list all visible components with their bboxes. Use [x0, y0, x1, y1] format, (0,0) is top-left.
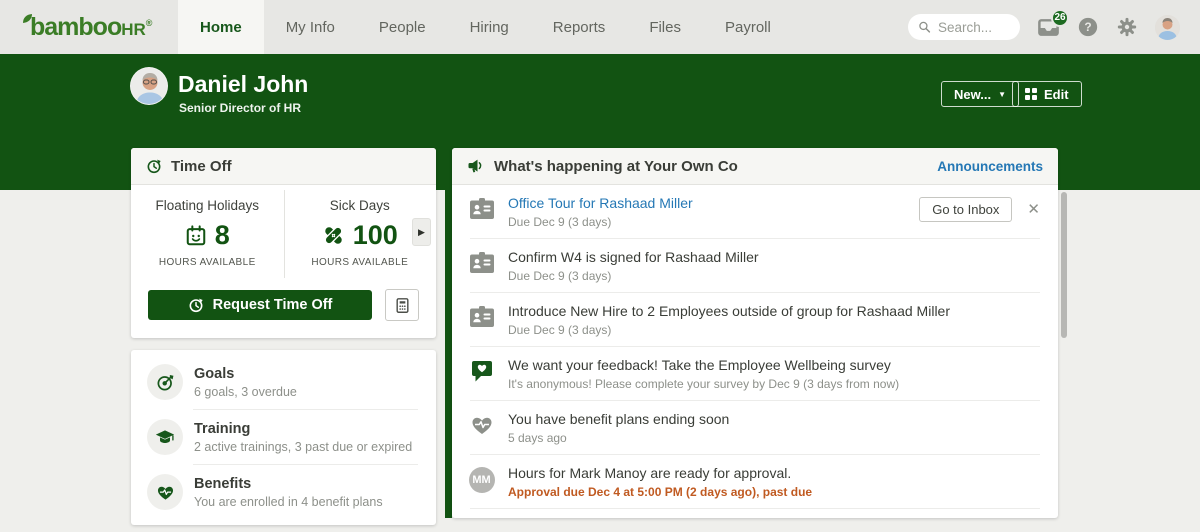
balance-label: Sick Days — [329, 198, 390, 213]
settings-button[interactable] — [1116, 16, 1138, 38]
user-avatar[interactable] — [1155, 14, 1180, 40]
tab-my-info[interactable]: My Info — [264, 0, 357, 54]
balance-floating-holidays[interactable]: Floating Holidays 8 HOURS AVAILABLE — [131, 198, 284, 268]
top-nav: bambooHR® Home My Info People Hiring Rep… — [0, 0, 1200, 54]
id-badge-icon — [469, 306, 494, 327]
feed-item-title[interactable]: Hours for Mark Manoy are ready for appro… — [508, 465, 812, 481]
feed-item-subtitle: It's anonymous! Please complete your sur… — [508, 377, 900, 391]
feed-item-confirm-w4: Confirm W4 is signed for Rashaad Miller … — [452, 239, 1058, 292]
next-arrow-icon: ▶ — [418, 226, 425, 237]
search-box[interactable] — [908, 14, 1020, 40]
help-button[interactable]: ? — [1077, 16, 1099, 38]
announcements-link[interactable]: Announcements — [937, 159, 1043, 174]
feed-item-subtitle-overdue: Approval due Dec 4 at 5:00 PM (2 days ag… — [508, 485, 813, 499]
megaphone-icon — [467, 157, 485, 175]
tab-reports[interactable]: Reports — [531, 0, 628, 54]
edit-button[interactable]: Edit — [1012, 81, 1082, 107]
nav-right-cluster: 26 ? — [908, 0, 1200, 54]
feed-item-subtitle: Due Dec 9 (3 days) — [508, 269, 612, 283]
employee-name: Daniel John — [178, 71, 309, 97]
summary-row-training[interactable]: Training 2 active trainings, 3 past due … — [131, 410, 436, 464]
feed-item-title[interactable]: Introduce New Hire to 2 Employees outsid… — [508, 303, 950, 319]
summary-card: Goals 6 goals, 3 overdue Training 2 acti… — [131, 350, 436, 525]
time-off-header: Time Off — [131, 148, 436, 185]
search-icon — [919, 21, 931, 33]
balance-value: 8 — [214, 220, 230, 250]
tab-hiring[interactable]: Hiring — [448, 0, 531, 54]
feed-item-wellbeing-survey: We want your feedback! Take the Employee… — [452, 347, 1058, 400]
close-icon[interactable]: ✕ — [1027, 202, 1040, 217]
summary-row-benefits[interactable]: Benefits You are enrolled in 4 benefit p… — [131, 465, 436, 519]
feed-item-introduce-new-hire: Introduce New Hire to 2 Employees outsid… — [452, 293, 1058, 346]
logo-text: bambooHR® — [30, 12, 153, 41]
balance-value: 100 — [352, 220, 398, 250]
summary-row-goals[interactable]: Goals 6 goals, 3 overdue — [131, 355, 436, 409]
feed-left-accent — [445, 185, 452, 518]
main-tabs: Home My Info People Hiring Reports Files… — [178, 0, 793, 54]
inbox-button[interactable]: 26 — [1037, 8, 1069, 39]
summary-subtitle: You are enrolled in 4 benefit plans — [194, 494, 383, 509]
balance-unit: HOURS AVAILABLE — [311, 257, 409, 268]
request-time-off-button[interactable]: Request Time Off — [148, 290, 372, 320]
leaf-icon — [23, 14, 32, 23]
chevron-down-icon: ▼ — [998, 89, 1007, 99]
time-off-title: Time Off — [171, 157, 232, 175]
calculator-icon — [395, 297, 409, 313]
feed-item-subtitle: 5 days ago — [508, 431, 567, 445]
svg-text:?: ? — [1084, 20, 1091, 34]
balance-calculator-button[interactable] — [385, 289, 419, 321]
tab-payroll[interactable]: Payroll — [703, 0, 793, 54]
training-cap-icon — [155, 430, 175, 443]
feedback-bubble-icon — [471, 361, 492, 382]
gear-icon — [1117, 17, 1137, 37]
time-off-balances: Floating Holidays 8 HOURS AVAILABLE Sick… — [131, 185, 436, 278]
carousel-next-button[interactable]: ▶ — [412, 218, 431, 246]
grid-icon — [1025, 88, 1037, 100]
notification-badge: 26 — [1051, 8, 1069, 27]
feed-item-mark-manoy-hours: MM Hours for Mark Manoy are ready for ap… — [452, 455, 1058, 508]
summary-title: Training — [194, 420, 251, 437]
profile-avatar[interactable] — [130, 67, 168, 105]
feed-item-title[interactable]: You have benefit plans ending soon — [508, 411, 729, 427]
feed-item-kim-johnson-hours: Hours for Kim Johnson are ready for appr… — [452, 509, 1058, 518]
summary-subtitle: 2 active trainings, 3 past due or expire… — [194, 439, 413, 454]
calendar-smile-icon — [186, 224, 205, 245]
question-icon: ? — [1078, 17, 1098, 37]
balance-unit: HOURS AVAILABLE — [158, 257, 256, 268]
balance-divider — [283, 190, 285, 278]
employee-job-title: Senior Director of HR — [179, 101, 302, 115]
tab-home[interactable]: Home — [178, 0, 264, 54]
time-off-card: Time Off Floating Holidays 8 HOURS AVAIL… — [131, 148, 436, 338]
feed-item-title[interactable]: Office Tour for Rashaad Miller — [508, 195, 693, 211]
new-button[interactable]: New... ▼ — [941, 81, 1020, 107]
request-clock-icon — [189, 298, 203, 313]
bandage-icon — [324, 226, 343, 245]
benefits-heart-icon — [472, 417, 491, 434]
goals-target-icon — [157, 374, 173, 390]
feed-scrollbar-thumb[interactable] — [1061, 192, 1067, 338]
id-badge-icon — [469, 252, 494, 273]
balance-label: Floating Holidays — [155, 198, 260, 213]
feed-item-title[interactable]: Confirm W4 is signed for Rashaad Miller — [508, 249, 759, 265]
feed-item-subtitle: Due Dec 9 (3 days) — [508, 323, 612, 337]
time-off-clock-icon — [146, 158, 162, 174]
feed-item-benefit-plans: You have benefit plans ending soon 5 day… — [452, 401, 1058, 454]
search-input[interactable] — [938, 19, 1010, 35]
feed-item-title[interactable]: We want your feedback! Take the Employee… — [508, 357, 899, 373]
feed-item-subtitle: Due Dec 9 (3 days) — [508, 215, 612, 229]
feed-header: What's happening at Your Own Co Announce… — [452, 148, 1058, 185]
summary-title: Goals — [194, 365, 235, 382]
summary-title: Benefits — [194, 475, 252, 492]
whats-happening-card: What's happening at Your Own Co Announce… — [452, 148, 1058, 518]
id-badge-icon — [469, 198, 494, 219]
feed-item-office-tour: Office Tour for Rashaad Miller Due Dec 9… — [452, 185, 1058, 238]
feed-title: What's happening at Your Own Co — [494, 157, 738, 175]
initials-avatar: MM — [468, 467, 495, 493]
tab-files[interactable]: Files — [627, 0, 703, 54]
benefits-heart-icon — [157, 486, 173, 500]
bamboohr-logo[interactable]: bambooHR® — [0, 0, 168, 54]
go-to-inbox-button[interactable]: Go to Inbox — [919, 197, 1013, 222]
tab-people[interactable]: People — [357, 0, 448, 54]
summary-subtitle: 6 goals, 3 overdue — [194, 384, 297, 399]
